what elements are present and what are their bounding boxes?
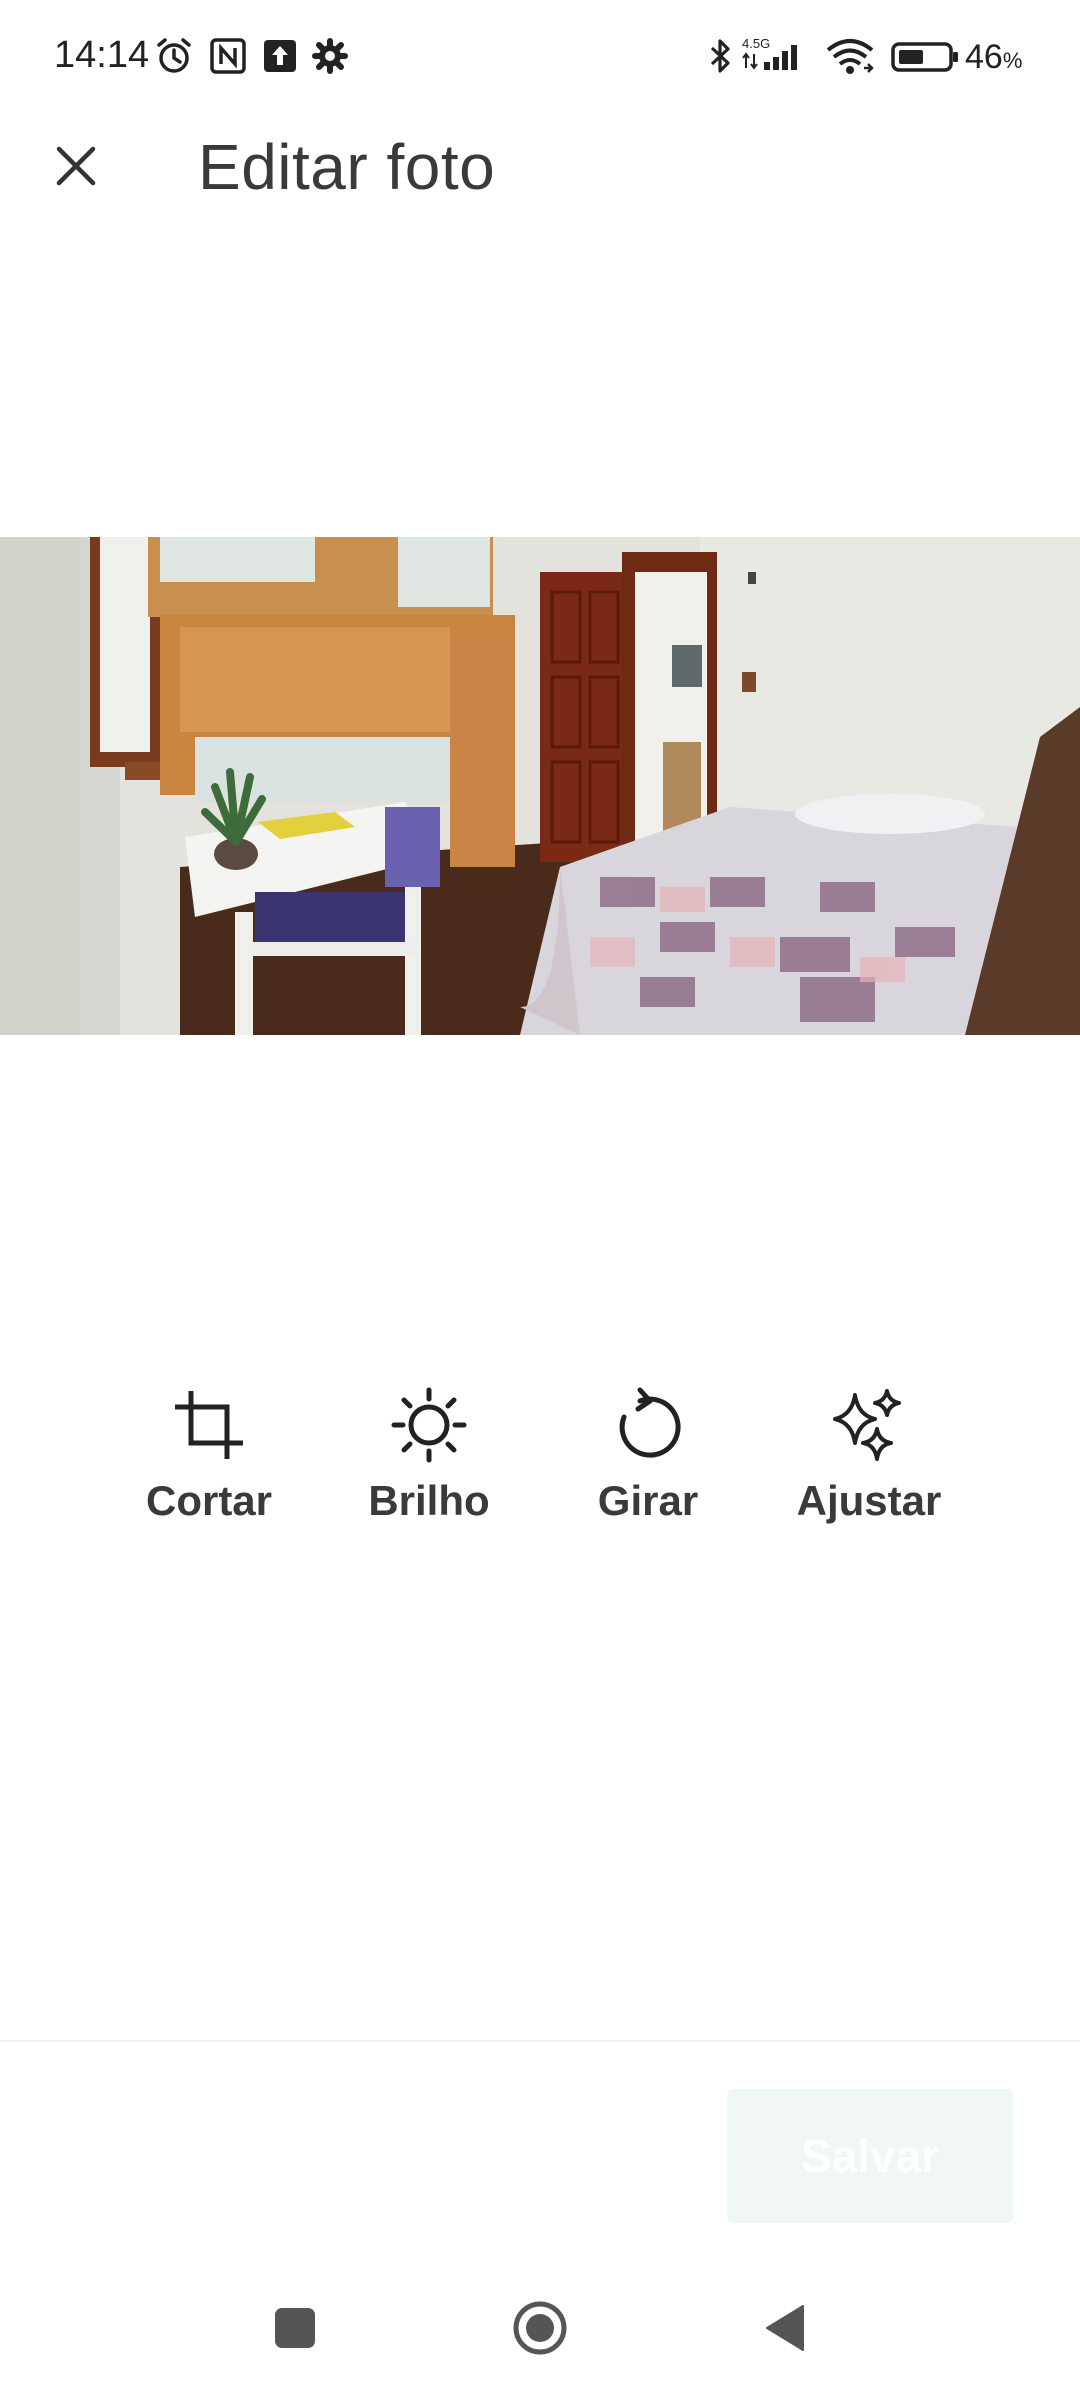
battery-percent-unit: % xyxy=(1002,48,1023,73)
close-icon xyxy=(54,144,98,193)
brightness-label: Brilho xyxy=(368,1477,490,1524)
status-bar: 14:14 4.5G 46% xyxy=(0,0,1080,115)
network-type-label: 4.5G xyxy=(742,36,770,51)
brightness-tool-button[interactable]: Brilho xyxy=(339,1385,519,1545)
close-button[interactable] xyxy=(40,128,112,208)
rotate-icon xyxy=(608,1385,688,1465)
crop-tool-button[interactable]: Cortar xyxy=(119,1385,299,1545)
brightness-icon xyxy=(389,1385,469,1465)
recents-button[interactable] xyxy=(255,2290,335,2370)
sparkle-icon xyxy=(829,1385,909,1465)
nfc-icon xyxy=(208,36,248,76)
battery-icon xyxy=(890,36,962,76)
status-time: 14:14 xyxy=(54,34,150,76)
wifi-icon xyxy=(824,36,880,76)
battery-percent: 46% xyxy=(965,38,1022,77)
photo-preview xyxy=(0,537,1080,1035)
page-title: Editar foto xyxy=(198,131,496,203)
back-icon xyxy=(763,2304,807,2357)
recents-icon xyxy=(273,2306,317,2355)
adjust-tool-button[interactable]: Ajustar xyxy=(779,1385,959,1545)
bluetooth-icon xyxy=(700,36,740,76)
rotate-tool-button[interactable]: Girar xyxy=(558,1385,738,1545)
crop-icon xyxy=(169,1385,249,1465)
back-button[interactable] xyxy=(745,2290,825,2370)
edit-tools: Cortar Brilho Girar Ajustar xyxy=(0,1385,1080,1545)
upload-icon xyxy=(260,36,300,76)
footer-divider xyxy=(0,2040,1080,2042)
alarm-icon xyxy=(154,36,194,76)
adjust-label: Ajustar xyxy=(796,1477,942,1524)
signal-icon: 4.5G xyxy=(742,36,812,76)
system-navigation-bar xyxy=(0,2280,1080,2380)
settings-icon xyxy=(310,36,350,76)
save-button[interactable]: Salvar xyxy=(727,2089,1013,2223)
crop-label: Cortar xyxy=(145,1477,273,1524)
battery-percent-value: 46 xyxy=(965,38,1003,76)
home-icon xyxy=(512,2300,568,2361)
edit-photo-screen: 14:14 4.5G 46% Editar foto Cortar Brilho… xyxy=(0,0,1080,2400)
home-button[interactable] xyxy=(500,2290,580,2370)
rotate-label: Girar xyxy=(597,1477,699,1524)
